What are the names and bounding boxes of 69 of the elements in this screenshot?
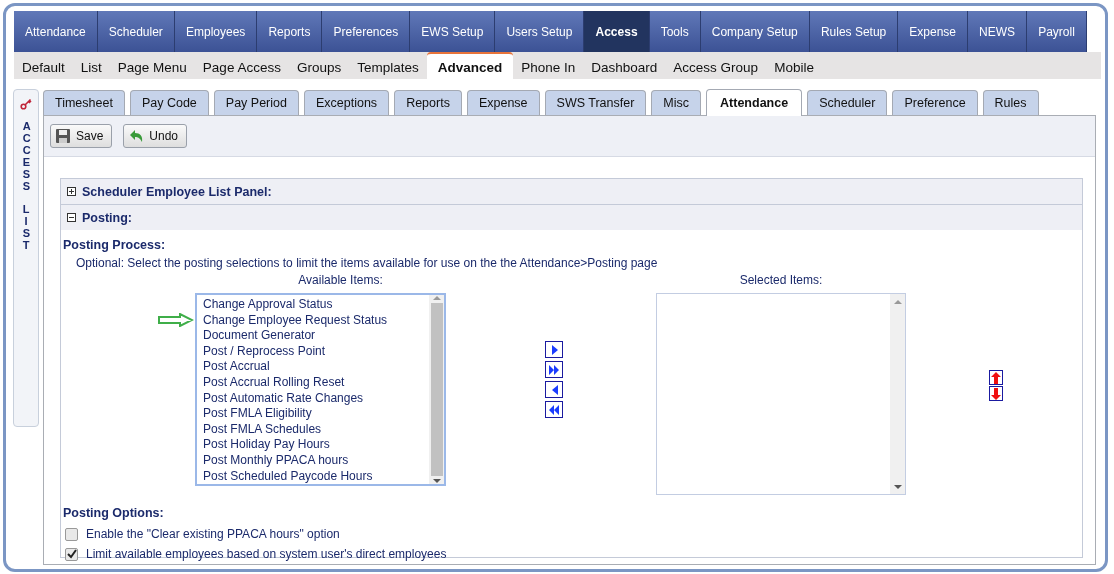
scrollbar[interactable] — [890, 294, 905, 494]
tab[interactable]: Rules — [982, 90, 1039, 115]
section-header[interactable]: Scheduler Employee List Panel: — [61, 178, 1082, 204]
checkbox[interactable] — [65, 527, 78, 541]
tab[interactable]: Reports — [394, 90, 462, 115]
sub-nav-tab[interactable]: Phone In — [513, 52, 584, 79]
sub-nav-tab[interactable]: Default — [14, 52, 73, 79]
sub-nav-tab[interactable]: Templates — [349, 52, 427, 79]
sub-nav-tab[interactable]: Access Group — [665, 52, 767, 79]
list-item[interactable]: Post Holiday Pay Hours — [203, 437, 429, 453]
vertical-label: ACCESS — [22, 120, 30, 193]
checkbox[interactable] — [65, 547, 78, 561]
tab[interactable]: Expense — [466, 90, 540, 115]
section-header[interactable]: Posting: — [61, 204, 1082, 230]
list-item[interactable]: Change Approval Status — [203, 297, 429, 313]
move-all-right-icon[interactable] — [545, 361, 563, 378]
nav-menu-item[interactable]: Access — [584, 11, 650, 52]
list-item[interactable]: Document Generator — [203, 328, 429, 344]
list-item[interactable]: Post Monthly PPACA hours — [203, 452, 429, 469]
list-label: Available Items: — [297, 273, 384, 287]
scroll-down-icon[interactable] — [893, 484, 902, 490]
tab[interactable]: Misc — [651, 90, 702, 115]
section-title: Scheduler Employee List Panel: — [82, 184, 272, 199]
save-button[interactable]: Save — [50, 124, 113, 148]
list-item[interactable]: Post FMLA Eligibility — [203, 406, 429, 422]
collapse-icon[interactable] — [67, 213, 76, 222]
help-text: Optional: Select the posting selections to limit the items available for use on the the Attendance>Posting page — [76, 256, 658, 270]
section-title: Posting: — [82, 210, 132, 225]
list-item[interactable]: Post FMLA Schedules — [203, 421, 429, 438]
checkbox-label: Enable the "Clear existing PPACA hours" option — [86, 527, 340, 541]
move-left-icon[interactable] — [545, 381, 563, 398]
list-item[interactable]: Post / Reprocess Point — [203, 343, 429, 360]
sub-nav-tab[interactable]: Page Menu — [109, 52, 195, 79]
move-all-left-icon[interactable] — [545, 401, 563, 418]
sub-nav-tab[interactable]: Groups — [288, 52, 350, 79]
section-heading: Posting Process: — [63, 238, 166, 252]
sub-nav-tab[interactable]: Mobile — [766, 52, 822, 79]
expand-icon[interactable] — [67, 187, 76, 196]
tab[interactable]: Timesheet — [43, 90, 125, 115]
move-right-icon[interactable] — [545, 341, 563, 358]
list-item[interactable]: Post Scheduled Paycode Hours — [203, 468, 429, 485]
tab[interactable]: Preference — [892, 90, 978, 115]
sub-nav-tab[interactable]: Dashboard — [583, 52, 666, 79]
scroll-down-icon[interactable] — [432, 478, 441, 484]
list-item[interactable]: Post Automatic Rate Changes — [203, 390, 429, 407]
sub-nav-tab[interactable]: Advanced — [426, 52, 514, 79]
scrollbar[interactable] — [429, 295, 444, 484]
move-up-icon[interactable] — [989, 370, 1003, 385]
list-label: Selected Items: — [738, 273, 824, 287]
sub-nav-tab[interactable]: List — [72, 52, 110, 79]
tab[interactable]: Attendance — [706, 89, 803, 116]
vertical-label: LIST — [22, 202, 30, 251]
list-item[interactable]: Post Accrual Rolling Reset — [203, 374, 429, 391]
checkbox-label: Limit available employees based on system user's direct employees — [86, 547, 447, 561]
tab[interactable]: Scheduler — [807, 90, 888, 115]
move-down-icon[interactable] — [989, 386, 1003, 401]
list-item[interactable]: Post Accrual — [203, 359, 429, 375]
tab[interactable]: Pay Period — [213, 90, 299, 115]
section-heading: Posting Options: — [63, 506, 164, 520]
sub-nav-tab[interactable]: Page Access — [194, 52, 289, 79]
list-item[interactable]: Change Employee Request Status — [203, 312, 429, 329]
side-panel[interactable]: ACCESS LIST — [13, 89, 39, 427]
tab[interactable]: Exceptions — [303, 90, 390, 115]
undo-button[interactable]: Undo — [123, 124, 188, 148]
tab[interactable]: Pay Code — [129, 90, 209, 115]
undo-arrow-icon — [128, 129, 145, 143]
available-items-list[interactable] — [195, 293, 446, 486]
tab[interactable]: SWS Transfer — [544, 90, 647, 115]
key-icon — [20, 98, 32, 110]
